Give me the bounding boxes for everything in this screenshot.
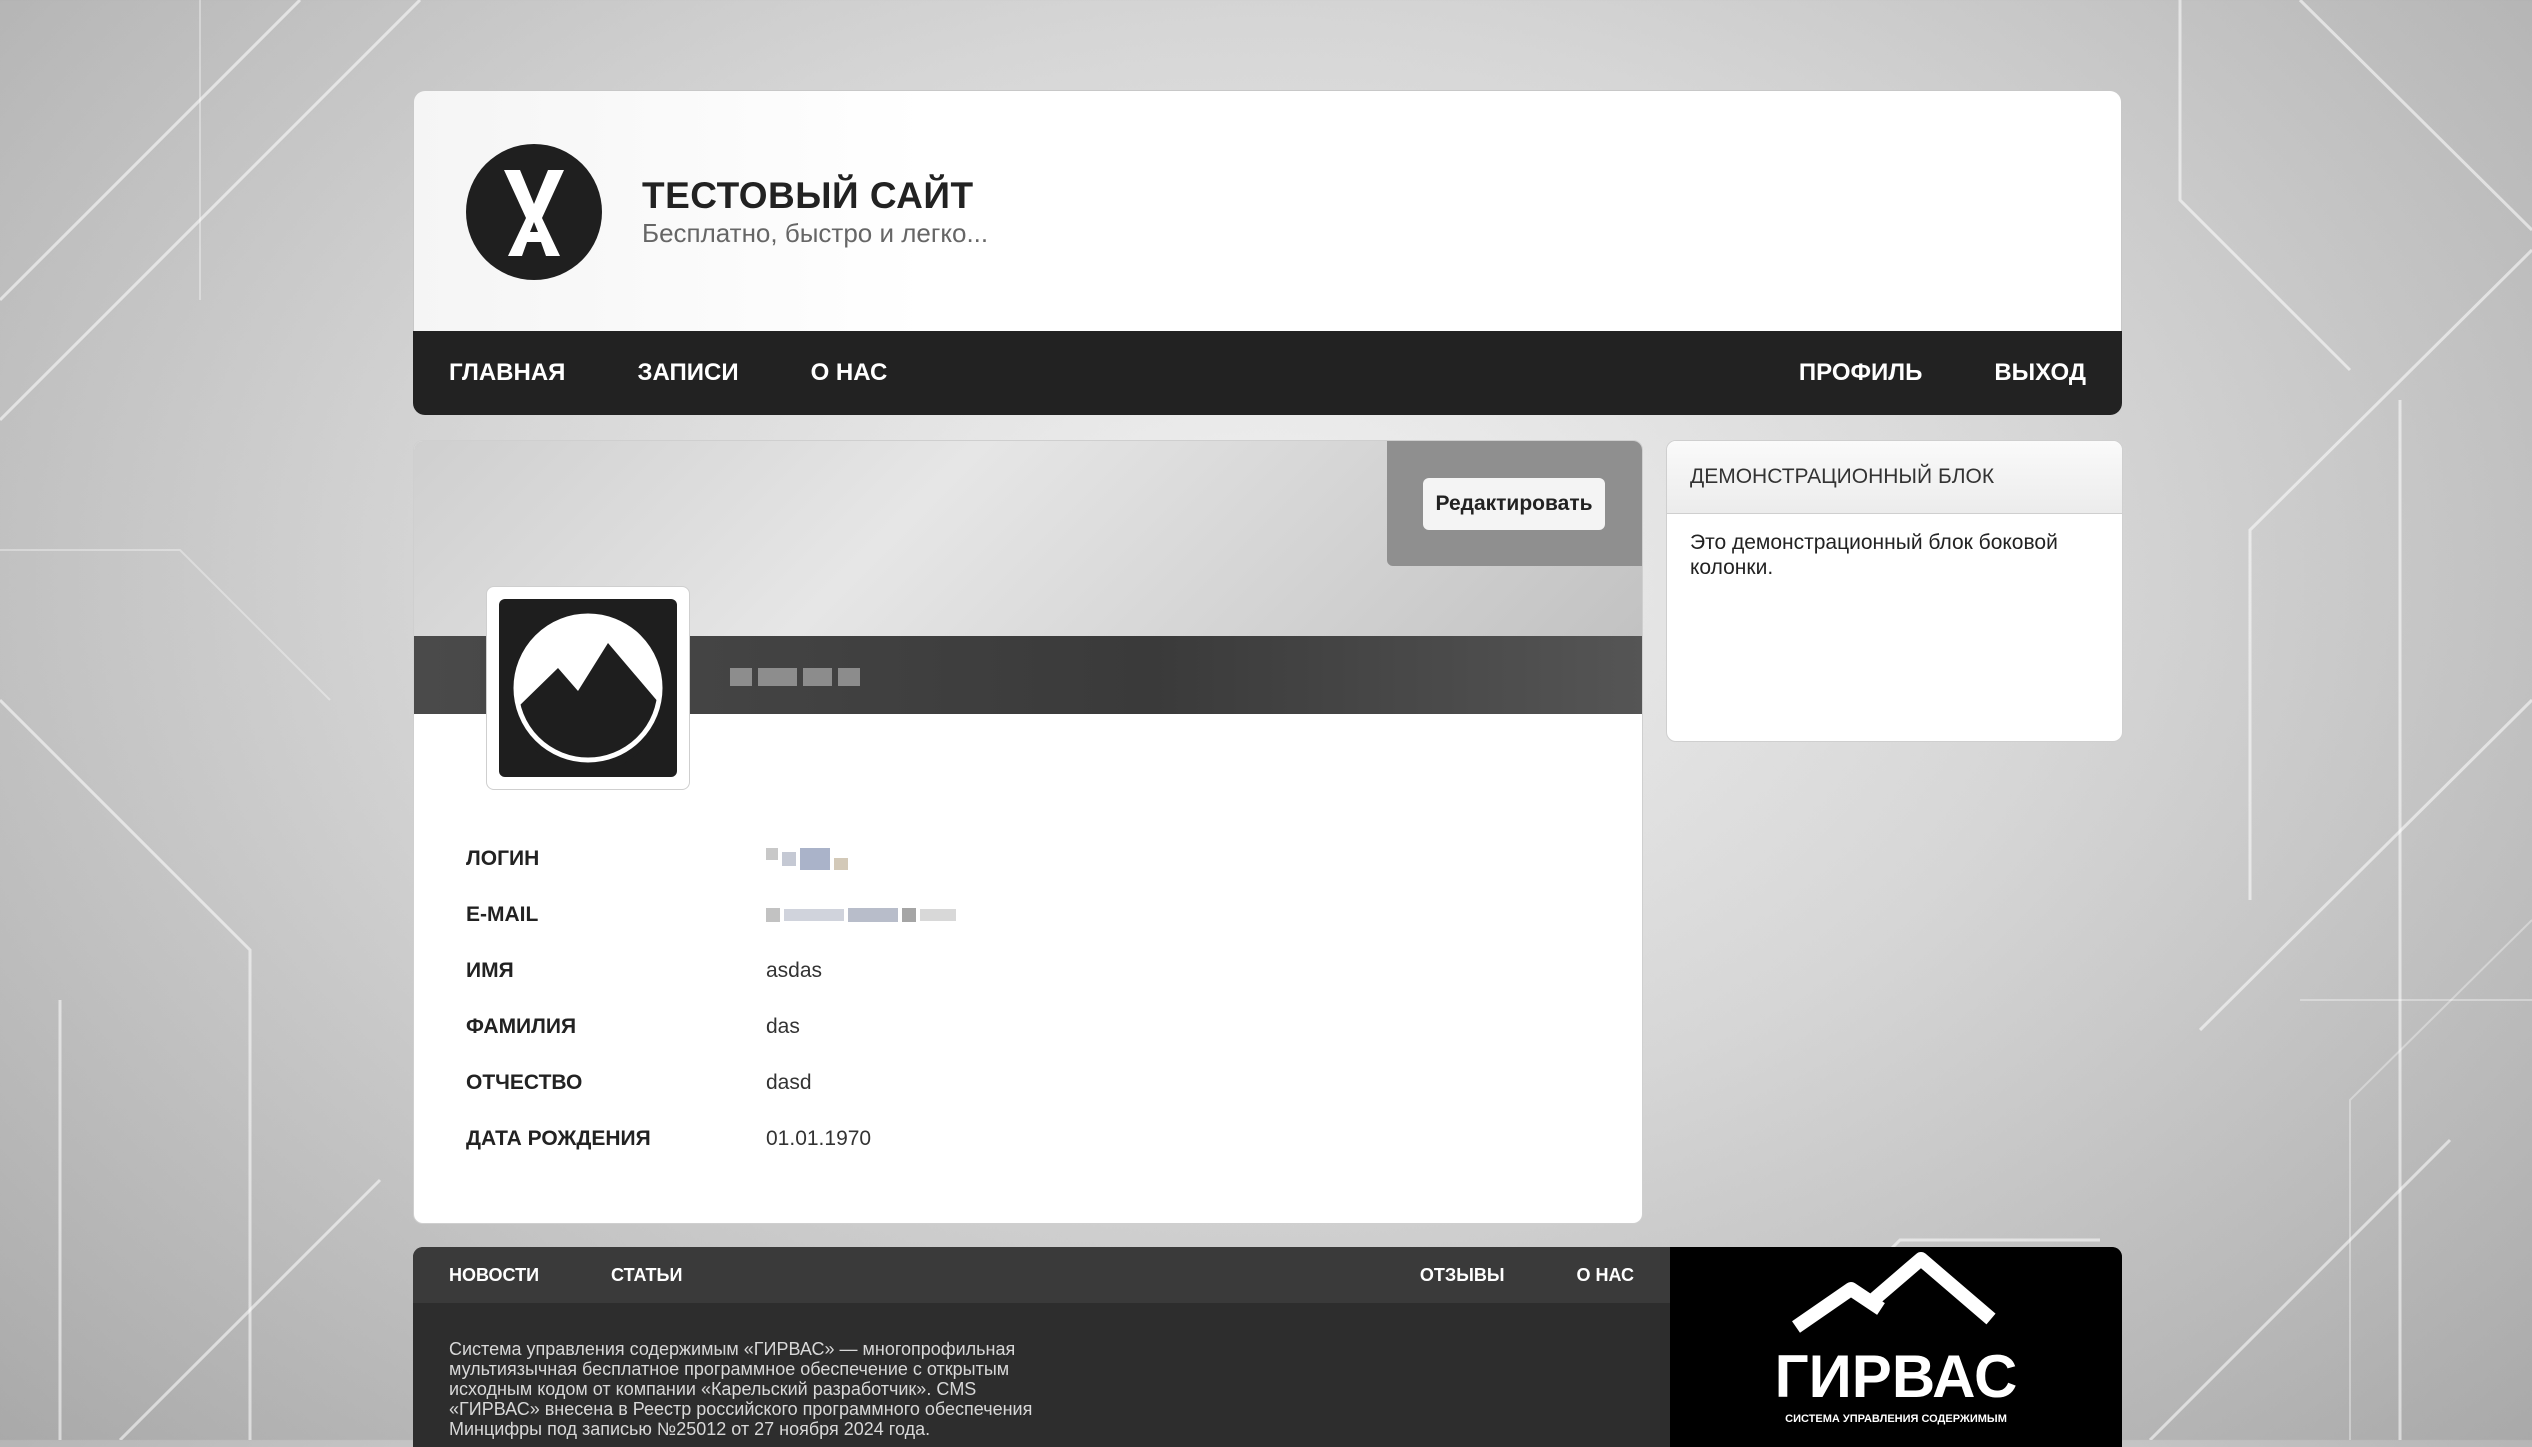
main-navbar: Главная Записи О нас Профиль Выход	[413, 331, 2122, 415]
field-row-birth-date: Дата рождения 01.01.1970	[466, 1111, 956, 1167]
footer-link-reviews[interactable]: Отзывы	[1420, 1265, 1505, 1286]
field-row-first-name: Имя asdas	[466, 943, 956, 999]
field-label: E-mail	[466, 903, 539, 926]
profile-info: Логин E-mail	[466, 831, 956, 1167]
footer-link-about[interactable]: О нас	[1576, 1265, 1634, 1286]
nav-item-profile[interactable]: Профиль	[1799, 359, 1922, 387]
field-value-redacted	[766, 848, 848, 870]
nav-item-logout[interactable]: Выход	[1994, 359, 2086, 387]
field-label: Имя	[466, 959, 514, 982]
field-label: Дата рождения	[466, 1127, 651, 1150]
field-label: Фамилия	[466, 1015, 577, 1038]
field-row-email: E-mail	[466, 887, 956, 943]
page-container: ТЕСТОВЫЙ САЙТ Бесплатно, быстро и легко.…	[413, 90, 2123, 1447]
footer-link-articles[interactable]: Статьи	[611, 1265, 682, 1286]
field-label: Отчество	[466, 1071, 583, 1094]
nav-left-group: Главная Записи О нас	[449, 359, 887, 387]
sidebar-block-text: Это демонстрационный блок боковой колонк…	[1690, 531, 2058, 579]
girvas-logo-icon: ГИРВАС СИСТЕМА УПРАВЛЕНИЯ СОДЕРЖИМЫМ	[1776, 1252, 2016, 1425]
profile-card: Редактировать Логин	[413, 440, 1643, 1224]
site-header: ТЕСТОВЫЙ САЙТ Бесплатно, быстро и легко.…	[413, 90, 2122, 331]
footer-nav-right: Отзывы О нас	[1420, 1265, 1634, 1286]
footer-nav: Новости Статьи Отзывы О нас	[413, 1247, 1670, 1303]
profile-display-name-redacted	[730, 663, 860, 691]
field-value: asdas	[766, 959, 823, 982]
field-row-patronymic: Отчество dasd	[466, 1055, 956, 1111]
edit-panel: Редактировать	[1387, 441, 1642, 566]
nav-item-posts[interactable]: Записи	[637, 359, 738, 387]
girvas-logo[interactable]: ГИРВАС СИСТЕМА УПРАВЛЕНИЯ СОДЕРЖИМЫМ	[1670, 1247, 2122, 1447]
avatar[interactable]	[486, 586, 690, 790]
logo-icon	[504, 170, 564, 256]
nav-right-group: Профиль Выход	[1799, 359, 2086, 387]
edit-profile-button[interactable]: Редактировать	[1423, 478, 1605, 530]
footer-link-news[interactable]: Новости	[449, 1265, 539, 1286]
nav-item-about[interactable]: О нас	[811, 359, 888, 387]
footer-nav-left: Новости Статьи	[449, 1265, 682, 1286]
nav-item-home[interactable]: Главная	[449, 359, 565, 387]
site-subtitle: Бесплатно, быстро и легко...	[642, 218, 989, 248]
field-label: Логин	[466, 847, 540, 870]
sidebar-demo-block: Демонстрационный блок Это демонстрационн…	[1666, 440, 2123, 742]
site-footer: Новости Статьи Отзывы О нас Система упра…	[413, 1247, 2122, 1447]
mountain-avatar-icon	[513, 613, 663, 763]
field-row-last-name: Фамилия das	[466, 999, 956, 1055]
footer-description: Система управления содержимым «ГИРВАС» —…	[449, 1339, 1033, 1439]
avatar-image	[499, 599, 677, 777]
field-value: dasd	[766, 1071, 812, 1094]
field-value: 01.01.1970	[766, 1127, 872, 1150]
site-logo[interactable]	[466, 144, 602, 280]
field-value: das	[766, 1015, 800, 1038]
logo-word: ГИРВАС	[1776, 1343, 2016, 1410]
logo-tagline: СИСТЕМА УПРАВЛЕНИЯ СОДЕРЖИМЫМ	[1785, 1413, 2007, 1425]
sidebar-block-title: Демонстрационный блок	[1667, 441, 2122, 514]
site-title: ТЕСТОВЫЙ САЙТ	[642, 175, 974, 216]
field-row-login: Логин	[466, 831, 956, 887]
field-value-redacted	[766, 908, 956, 922]
